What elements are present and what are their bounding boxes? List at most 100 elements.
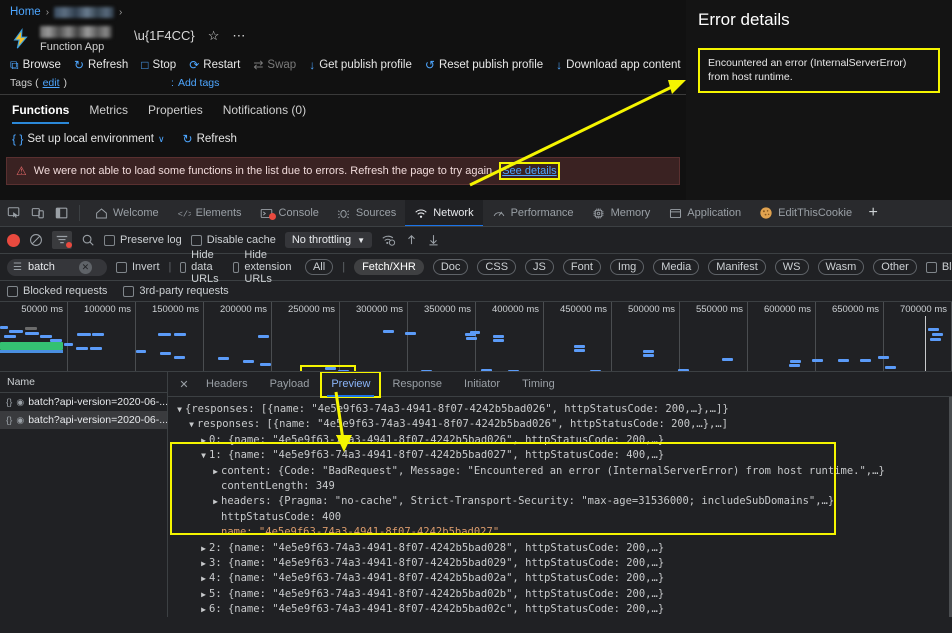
breadcrumb-home[interactable]: Home: [10, 6, 41, 18]
disclosure-triangle-icon[interactable]: ▼: [174, 402, 185, 417]
clear-filter-icon[interactable]: ✕: [79, 261, 92, 274]
json-row[interactable]: ▶4: {name: "4e5e9f63-74a3-4941-8f07-4242…: [174, 571, 952, 586]
type-filter-manifest[interactable]: Manifest: [708, 259, 766, 275]
json-row[interactable]: ▶headers: {Pragma: "no-cache", Strict-Tr…: [174, 494, 952, 509]
disclosure-triangle-icon[interactable]: ▶: [198, 602, 209, 617]
detail-tab-response[interactable]: Response: [382, 372, 452, 397]
setup-local-environment-button[interactable]: { } Set up local environment ∨: [12, 133, 165, 145]
hide-data-urls-checkbox[interactable]: Hide data URLs: [180, 249, 224, 285]
network-conditions-icon[interactable]: [381, 233, 396, 247]
json-row[interactable]: ▼{responses: [{name: "4e5e9f63-74a3-4941…: [174, 402, 952, 417]
stop-button[interactable]: □ Stop: [141, 59, 176, 71]
get-publish-profile-button[interactable]: ↓ Get publish profile: [309, 59, 412, 71]
clear-circle-icon[interactable]: [29, 233, 43, 247]
json-row[interactable]: ▶3: {name: "4e5e9f63-74a3-4941-8f07-4242…: [174, 556, 952, 571]
upload-har-icon[interactable]: [405, 233, 418, 247]
type-filter-all[interactable]: All: [305, 259, 333, 275]
detail-tab-timing[interactable]: Timing: [512, 372, 565, 397]
restart-button[interactable]: ⟳ Restart: [189, 59, 240, 71]
disclosure-triangle-icon[interactable]: ▶: [198, 556, 209, 571]
device-toolbar-icon[interactable]: [26, 201, 50, 225]
functions-refresh-button[interactable]: ↻ Refresh: [183, 133, 237, 145]
disclosure-triangle-icon[interactable]: ▶: [198, 433, 209, 448]
close-icon[interactable]: ✕: [174, 378, 194, 391]
detail-tab-headers[interactable]: Headers: [196, 372, 258, 397]
throttling-select[interactable]: No throttling ▼: [285, 232, 372, 248]
json-row[interactable]: ▶0: {name: "4e5e9f63-74a3-4941-8f07-4242…: [174, 433, 952, 448]
json-row[interactable]: contentLength: 349: [174, 479, 952, 494]
detail-tab-preview[interactable]: Preview: [321, 372, 380, 397]
network-timeline-overview[interactable]: 50000 ms 100000 ms 150000 ms 200000 ms 2…: [0, 302, 952, 372]
dock-side-icon[interactable]: [50, 201, 74, 225]
reset-publish-profile-button[interactable]: ↺ Reset publish profile: [425, 59, 543, 71]
invert-checkbox[interactable]: Invert: [116, 261, 160, 273]
json-row[interactable]: ▶6: {name: "4e5e9f63-74a3-4941-8f07-4242…: [174, 602, 952, 617]
tab-performance[interactable]: Performance: [483, 200, 583, 227]
record-stop-icon[interactable]: [7, 234, 20, 247]
browse-button[interactable]: ⧉ Browse: [10, 59, 61, 71]
disclosure-triangle-icon[interactable]: ▶: [198, 541, 209, 556]
type-filter-font[interactable]: Font: [563, 259, 601, 275]
add-tab-button[interactable]: +: [861, 201, 885, 225]
type-filter-img[interactable]: Img: [610, 259, 644, 275]
tab-sources[interactable]: Sources: [328, 200, 405, 227]
hide-extension-urls-checkbox[interactable]: Hide extension URLs: [233, 249, 296, 285]
type-filter-wasm[interactable]: Wasm: [818, 259, 865, 275]
tab-network[interactable]: Network: [405, 200, 482, 227]
tab-elements[interactable]: </> Elements: [168, 200, 251, 227]
type-filter-ws[interactable]: WS: [775, 259, 809, 275]
json-row[interactable]: ▼responses: [{name: "4e5e9f63-74a3-4941-…: [174, 417, 952, 432]
tags-edit-link[interactable]: edit: [43, 77, 60, 89]
json-row[interactable]: ▶content: {Code: "BadRequest", Message: …: [174, 464, 952, 479]
detail-tab-payload[interactable]: Payload: [260, 372, 320, 397]
request-row-1[interactable]: {} ◉ batch?api-version=2020-06-...: [0, 411, 167, 429]
json-row[interactable]: name: "4e5e9f63-74a3-4941-8f07-4242b5bad…: [174, 525, 952, 540]
add-tags-link[interactable]: Add tags: [178, 77, 219, 89]
pin-icon[interactable]: \u{1F4CC}: [134, 29, 195, 42]
star-icon[interactable]: ☆: [208, 29, 220, 42]
filter-input[interactable]: ☰ batch ✕: [7, 259, 107, 276]
type-filter-doc[interactable]: Doc: [433, 259, 469, 275]
type-filter-other[interactable]: Other: [873, 259, 917, 275]
type-filter-fetch-xhr[interactable]: Fetch/XHR: [354, 259, 424, 275]
tab-welcome[interactable]: Welcome: [85, 200, 168, 227]
tab-memory[interactable]: Memory: [583, 200, 660, 227]
disclosure-triangle-icon[interactable]: ▶: [198, 587, 209, 602]
inspect-element-icon[interactable]: [2, 201, 26, 225]
type-filter-media[interactable]: Media: [653, 259, 699, 275]
see-details-link[interactable]: See details: [502, 165, 556, 177]
preserve-log-checkbox[interactable]: Preserve log: [104, 234, 182, 246]
disclosure-triangle-icon[interactable]: ▼: [198, 448, 209, 463]
breadcrumb-redacted-resource[interactable]: [54, 7, 114, 18]
type-filter-js[interactable]: JS: [525, 259, 554, 275]
third-party-requests-checkbox[interactable]: 3rd-party requests: [123, 285, 228, 297]
tab-metrics[interactable]: Metrics: [89, 103, 128, 124]
json-row[interactable]: httpStatusCode: 400: [174, 510, 952, 525]
download-har-icon[interactable]: [427, 233, 440, 247]
tab-console[interactable]: Console: [251, 200, 328, 227]
tab-properties[interactable]: Properties: [148, 103, 203, 124]
refresh-button[interactable]: ↻ Refresh: [74, 59, 128, 71]
disclosure-triangle-icon[interactable]: ▶: [198, 571, 209, 586]
detail-tab-initiator[interactable]: Initiator: [454, 372, 510, 397]
search-icon[interactable]: [81, 233, 95, 247]
download-app-content-button[interactable]: ↓ Download app content: [556, 59, 680, 71]
blocked-trailing-checkbox[interactable]: Blocked: [926, 261, 952, 273]
type-filter-css[interactable]: CSS: [477, 259, 516, 275]
disable-cache-checkbox[interactable]: Disable cache: [191, 234, 276, 246]
json-row[interactable]: ▼1: {name: "4e5e9f63-74a3-4941-8f07-4242…: [174, 448, 952, 463]
tab-functions[interactable]: Functions: [12, 103, 69, 124]
tab-editthiscookie[interactable]: EditThisCookie: [750, 200, 861, 227]
disclosure-triangle-icon[interactable]: ▶: [210, 494, 221, 509]
request-row-0[interactable]: {} ◉ batch?api-version=2020-06-...: [0, 393, 167, 411]
blocked-requests-checkbox[interactable]: Blocked requests: [7, 285, 107, 297]
disclosure-triangle-icon[interactable]: ▶: [210, 464, 221, 479]
filter-error-icon[interactable]: [52, 231, 72, 249]
json-row[interactable]: ▶2: {name: "4e5e9f63-74a3-4941-8f07-4242…: [174, 541, 952, 556]
disclosure-triangle-icon[interactable]: ▼: [186, 417, 197, 432]
tab-notifications[interactable]: Notifications (0): [223, 103, 306, 124]
ellipsis-icon[interactable]: ⋯: [232, 29, 245, 42]
json-row[interactable]: ▶5: {name: "4e5e9f63-74a3-4941-8f07-4242…: [174, 587, 952, 602]
tab-application[interactable]: Application: [659, 200, 750, 227]
json-preview-tree[interactable]: ▼{responses: [{name: "4e5e9f63-74a3-4941…: [168, 397, 952, 617]
